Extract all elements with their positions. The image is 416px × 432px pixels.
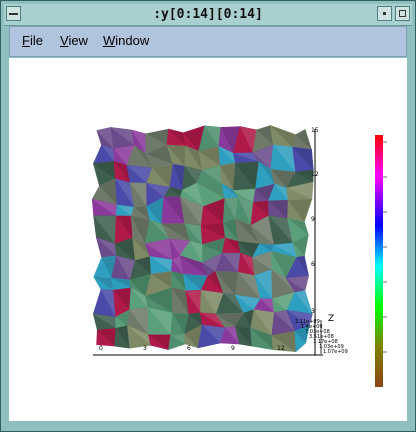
menu-window[interactable]: Window [103,33,149,48]
application-window: :y[0:14][0:14] File View Window 0 3 6 9 … [0,0,416,432]
surface-plot [91,125,314,353]
x-tick-0: 0 [99,345,103,352]
menu-view[interactable]: View [60,33,88,48]
z-axis-label: Z [328,314,334,324]
y-tick-9: 9 [311,216,315,223]
colorbar-ticks [383,141,387,353]
maximize-button[interactable] [395,6,410,21]
z-value-6: 1.07e+09 [323,349,348,355]
y-tick-12: 12 [311,171,319,178]
x-tick-2: 6 [187,345,191,352]
y-tick-15: 15 [311,127,319,134]
colorbar [375,135,383,387]
plot-svg: 0 3 6 9 12 15 12 9 6 3 Z 2.11e+09 1.4e+0… [91,125,387,387]
x-tick-4: 12 [277,345,285,352]
menu-file[interactable]: File [22,33,43,48]
x-tick-1: 3 [143,345,147,352]
y-tick-6: 6 [311,261,315,268]
plot-canvas[interactable]: 0 3 6 9 12 15 12 9 6 3 Z 2.11e+09 1.4e+0… [9,58,407,421]
title-bar[interactable]: :y[0:14][0:14] [4,4,412,26]
menu-bar: File View Window [9,26,407,57]
y-tick-3: 3 [311,308,315,315]
minimize-button[interactable] [377,6,392,21]
x-tick-3: 9 [231,345,235,352]
window-title: :y[0:14][0:14] [153,7,263,22]
